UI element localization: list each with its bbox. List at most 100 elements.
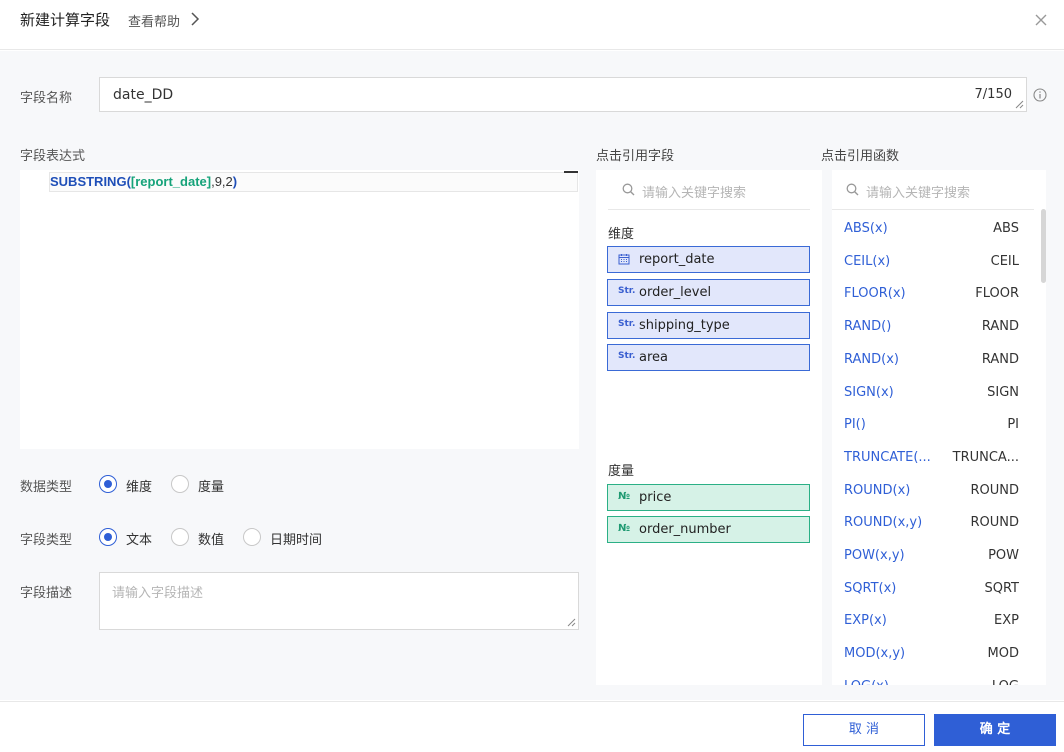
field-chip-report-date[interactable]: report_date (607, 246, 810, 273)
confirm-button[interactable]: 确 定 (934, 714, 1056, 746)
help-link[interactable]: 查看帮助 (128, 11, 180, 30)
function-item[interactable]: RAND(x) RAND (832, 340, 1032, 372)
function-item[interactable]: RAND() RAND (832, 307, 1032, 339)
function-name: MOD (987, 646, 1019, 662)
function-list[interactable]: ABS(x) ABS CEIL(x) CEIL FLOOR(x) FLOOR RAND() R… (832, 209, 1046, 685)
function-signature: ABS(x) (844, 221, 888, 236)
function-item[interactable]: LOG(x) LOG (832, 667, 1032, 685)
dialog-footer: 取 消 确 定 (0, 701, 1064, 752)
cancel-button[interactable]: 取 消 (803, 714, 925, 746)
function-name: RAND (981, 351, 1019, 367)
function-signature: SQRT(x) (844, 580, 897, 596)
info-icon[interactable] (1033, 88, 1047, 102)
radio-measure-label[interactable]: 度量 (198, 476, 224, 495)
function-name: SQRT (984, 580, 1019, 596)
field-chip-shipping-type[interactable]: Str. shipping_type (607, 312, 810, 339)
radio-dimension[interactable] (99, 475, 117, 493)
chevron-right-icon[interactable] (190, 11, 200, 27)
function-list-scrollbar[interactable] (1041, 209, 1046, 283)
field-name-label: 字段名称 (20, 91, 73, 106)
function-item[interactable]: ROUND(x,y) ROUND (832, 503, 1032, 535)
expression-code[interactable]: SUBSTRING([report_date],9,2) (50, 174, 237, 189)
number-icon: № (618, 523, 631, 534)
functions-search-placeholder: 请输入关键字搜索 (866, 186, 971, 201)
field-name-input[interactable]: date_DD 7/150 (99, 77, 1027, 112)
function-item[interactable]: SQRT(x) SQRT (832, 569, 1032, 601)
function-item[interactable]: CEIL(x) CEIL (832, 242, 1032, 274)
number-icon: № (618, 491, 631, 502)
function-signature: POW(x,y) (844, 548, 905, 563)
function-item[interactable]: FLOOR(x) FLOOR (832, 274, 1032, 306)
resize-grip-icon[interactable] (567, 618, 576, 627)
function-item[interactable]: MOD(x,y) MOD (832, 634, 1032, 666)
radio-measure[interactable] (171, 475, 189, 493)
radio-datetime[interactable] (243, 528, 261, 546)
dialog-title: 新建计算字段 (20, 11, 111, 29)
function-signature: MOD(x,y) (844, 646, 906, 662)
expression-label: 字段表达式 (20, 149, 86, 164)
radio-number[interactable] (171, 528, 189, 546)
function-item[interactable]: PI() PI (832, 405, 1032, 437)
field-name: order_number (639, 522, 731, 537)
function-name: RAND (981, 319, 1019, 335)
field-chip-price[interactable]: № price (607, 484, 810, 511)
search-icon (846, 183, 859, 196)
function-name: FLOOR (975, 286, 1019, 302)
function-signature: SIGN(x) (844, 384, 894, 400)
function-item[interactable]: ROUND(x) ROUND (832, 471, 1032, 503)
function-name: TRUNCA... (952, 449, 1019, 465)
function-name: CEIL (990, 253, 1019, 269)
calendar-icon (618, 254, 630, 265)
description-textarea[interactable]: 请输入字段描述 (99, 572, 579, 630)
field-name-value[interactable]: date_DD (113, 87, 173, 103)
data-type-label: 数据类型 (20, 480, 73, 495)
resize-grip-icon[interactable] (1015, 100, 1024, 109)
function-name: PI (1007, 417, 1019, 433)
fields-search[interactable]: 请输入关键字搜索 (608, 170, 810, 210)
editor-scroll-marker (564, 171, 578, 173)
function-item[interactable]: TRUNCATE(... TRUNCA... (832, 438, 1032, 470)
function-name: LOG (992, 679, 1019, 685)
expression-editor[interactable]: SUBSTRING([report_date],9,2) (20, 170, 579, 449)
radio-number-label[interactable]: 数值 (198, 529, 224, 548)
code-function-name: SUBSTRING (50, 174, 127, 189)
field-chip-area[interactable]: Str. area (607, 344, 810, 371)
code-field-ref: [report_date] (130, 174, 212, 189)
function-signature: PI() (844, 417, 866, 433)
field-name: report_date (639, 252, 715, 267)
function-item[interactable]: SIGN(x) SIGN (832, 373, 1032, 405)
function-name: POW (988, 548, 1019, 563)
str-icon: Str. (618, 351, 636, 361)
function-name: ABS (993, 221, 1019, 236)
function-name: ROUND (970, 515, 1019, 531)
function-name: SIGN (987, 384, 1019, 400)
field-chip-order-number[interactable]: № order_number (607, 516, 810, 543)
search-icon (622, 183, 635, 196)
fields-panel: 请输入关键字搜索 维度 report_date Str. order_level… (596, 170, 822, 685)
function-signature: RAND() (844, 319, 892, 335)
function-item[interactable]: EXP(x) EXP (832, 601, 1032, 633)
dimension-group-title: 维度 (608, 227, 635, 242)
str-icon: Str. (618, 286, 636, 296)
close-icon[interactable] (1034, 13, 1048, 27)
radio-datetime-label[interactable]: 日期时间 (270, 529, 322, 548)
function-item[interactable]: ABS(x) ABS (832, 209, 1032, 241)
code-close-paren: ) (232, 174, 238, 189)
radio-text-label[interactable]: 文本 (126, 529, 152, 548)
functions-search[interactable]: 请输入关键字搜索 (832, 170, 1034, 210)
fields-search-placeholder: 请输入关键字搜索 (642, 186, 747, 201)
description-label: 字段描述 (20, 586, 73, 601)
function-signature: EXP(x) (844, 613, 887, 629)
function-item[interactable]: POW(x,y) POW (832, 536, 1032, 568)
field-name: order_level (639, 285, 712, 300)
radio-text[interactable] (99, 528, 117, 546)
field-chip-order-level[interactable]: Str. order_level (607, 279, 810, 306)
function-signature: RAND(x) (844, 351, 899, 367)
field-name: price (639, 490, 672, 505)
radio-dimension-label[interactable]: 维度 (126, 476, 152, 495)
char-counter: 7/150 (974, 87, 1012, 102)
function-name: EXP (994, 613, 1019, 629)
function-signature: ROUND(x,y) (844, 515, 923, 531)
function-signature: LOG(x) (844, 679, 889, 685)
measure-group-title: 度量 (608, 464, 635, 479)
